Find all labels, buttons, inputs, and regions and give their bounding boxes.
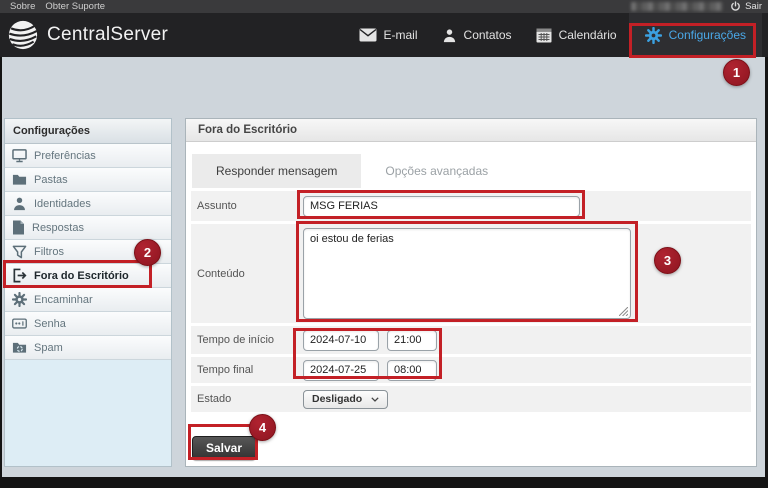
power-icon — [730, 1, 741, 12]
subject-label: Assunto — [197, 200, 303, 212]
logout-label: Sair — [745, 1, 762, 12]
status-select[interactable]: Desligado — [303, 390, 388, 409]
sidebar-item-label: Pastas — [34, 174, 68, 186]
sidebar-item-label: Respostas — [32, 222, 84, 234]
sidebar-item-fora-do-escritorio[interactable]: Fora do Escritório — [5, 264, 171, 288]
nav-item-configuracoes[interactable]: Configurações — [629, 13, 762, 57]
calendar-icon — [536, 28, 552, 43]
sidebar-item-respostas[interactable]: Respostas — [5, 216, 171, 240]
exit-door-icon — [12, 268, 27, 283]
brand-name: CentralServer — [47, 24, 168, 46]
about-link[interactable]: Sobre — [10, 1, 35, 12]
content-textarea[interactable]: oi estou de ferias — [303, 228, 631, 319]
out-of-office-panel: Fora do Escritório Responder mensagem Op… — [185, 118, 757, 467]
nav-item-label: Contatos — [464, 28, 512, 42]
save-button[interactable]: Salvar — [192, 436, 256, 460]
content-label: Conteúdo — [197, 268, 303, 280]
sidebar-item-label: Spam — [34, 342, 63, 354]
end-date-input[interactable] — [303, 360, 379, 381]
end-time-label: Tempo final — [197, 364, 303, 376]
nav-item-label: Configurações — [669, 28, 746, 42]
sidebar-item-label: Encaminhar — [34, 294, 93, 306]
status-select-value: Desligado — [312, 393, 362, 405]
sidebar-item-preferencias[interactable]: Preferências — [5, 144, 171, 168]
brand[interactable]: CentralServer — [8, 13, 168, 57]
person-icon — [12, 196, 27, 211]
out-of-office-form: Assunto Conteúdo oi estou de ferias Temp… — [191, 191, 751, 412]
panel-title: Fora do Escritório — [186, 119, 756, 142]
start-time-row: Tempo de início — [191, 326, 751, 354]
document-icon — [12, 220, 25, 235]
password-icon — [12, 318, 27, 329]
webmail-settings-page: Sobre Obter Suporte Sair CentralServe — [0, 0, 768, 488]
nav-item-label: E-mail — [384, 28, 418, 42]
nav-item-email[interactable]: E-mail — [347, 13, 430, 57]
sidebar-item-senha[interactable]: Senha — [5, 312, 171, 336]
tab-responder-mensagem[interactable]: Responder mensagem — [192, 154, 361, 188]
status-row: Estado Desligado — [191, 386, 751, 412]
sidebar-item-label: Preferências — [34, 150, 96, 162]
centralserver-logo-icon — [8, 20, 38, 50]
utility-bar: Sobre Obter Suporte Sair — [0, 0, 768, 13]
sidebar-item-label: Fora do Escritório — [34, 270, 129, 282]
sidebar-item-pastas[interactable]: Pastas — [5, 168, 171, 192]
content-row: Conteúdo oi estou de ferias — [191, 224, 751, 323]
tab-bar: Responder mensagem Opções avançadas — [192, 154, 756, 188]
envelope-icon — [359, 28, 377, 42]
window-bottom-edge — [0, 477, 768, 488]
status-label: Estado — [197, 393, 303, 405]
start-time-label: Tempo de início — [197, 334, 303, 346]
sidebar-item-encaminhar[interactable]: Encaminhar — [5, 288, 171, 312]
gear-icon — [645, 27, 662, 44]
window-left-edge — [0, 57, 2, 477]
support-link[interactable]: Obter Suporte — [45, 1, 105, 12]
monitor-icon — [12, 149, 27, 163]
spam-folder-icon — [12, 341, 27, 354]
person-icon — [442, 28, 457, 43]
nav-list: E-mail Contatos — [347, 13, 762, 57]
subject-row: Assunto — [191, 191, 751, 221]
sidebar-item-spam[interactable]: Spam — [5, 336, 171, 360]
annotation-badge-1: 1 — [723, 59, 750, 86]
start-time-input[interactable] — [387, 330, 437, 351]
sidebar-item-label: Filtros — [34, 246, 64, 258]
sidebar-item-label: Identidades — [34, 198, 91, 210]
sidebar-item-filtros[interactable]: Filtros — [5, 240, 171, 264]
gear-icon — [12, 292, 27, 307]
nav-item-contatos[interactable]: Contatos — [430, 13, 524, 57]
sidebar-title: Configurações — [5, 119, 171, 144]
filter-icon — [12, 245, 27, 259]
sidebar-item-label: Senha — [34, 318, 66, 330]
main-navbar: CentralServer E-mail Contatos — [0, 13, 768, 57]
start-date-input[interactable] — [303, 330, 379, 351]
end-time-row: Tempo final — [191, 357, 751, 383]
logout-button[interactable]: Sair — [730, 1, 762, 12]
user-email-redacted — [631, 2, 723, 11]
nav-item-label: Calendário — [559, 28, 617, 42]
end-time-input[interactable] — [387, 360, 437, 381]
folder-icon — [12, 173, 27, 186]
tab-opcoes-avancadas[interactable]: Opções avançadas — [361, 154, 512, 188]
subject-input[interactable] — [303, 196, 580, 217]
chevron-down-icon — [371, 397, 379, 402]
settings-sidebar: Configurações Preferências Pastas Identi… — [4, 118, 172, 467]
nav-item-calendario[interactable]: Calendário — [524, 13, 629, 57]
sidebar-item-identidades[interactable]: Identidades — [5, 192, 171, 216]
